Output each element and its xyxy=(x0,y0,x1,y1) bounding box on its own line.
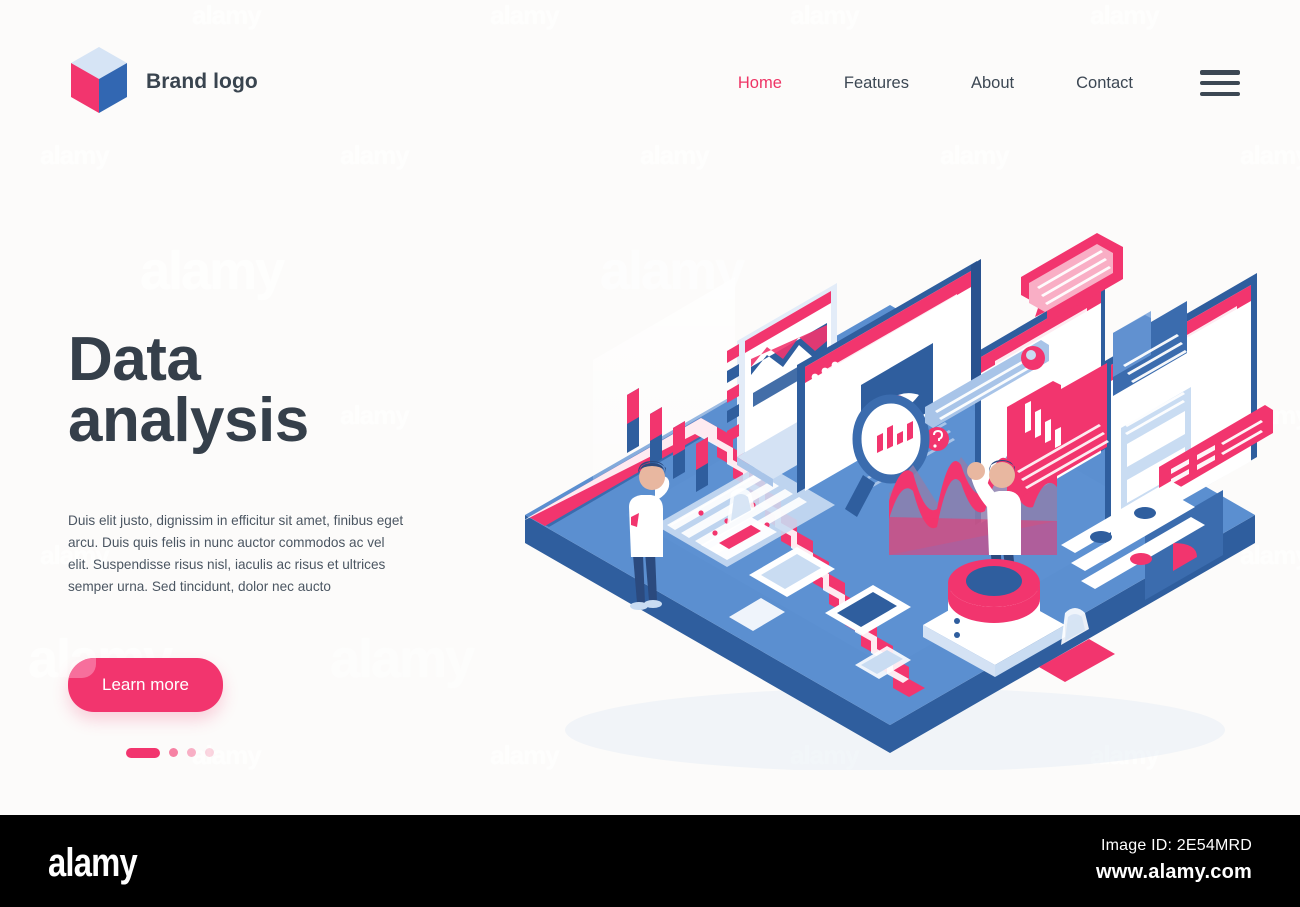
page-title: Data analysis xyxy=(68,329,488,455)
carousel-dot-1[interactable] xyxy=(126,747,160,758)
hero-description: Duis elit justo, dignissim in efficitur … xyxy=(68,512,404,594)
hamburger-bar xyxy=(1200,91,1240,96)
image-id-label: Image ID: 2E54MRD xyxy=(1100,837,1252,854)
brand-name: Brand logo xyxy=(146,70,258,93)
alamy-logo: alamy xyxy=(48,841,138,885)
isometric-data-analysis-illustration xyxy=(505,225,1280,770)
brand-logo[interactable]: Brand logo xyxy=(68,45,258,119)
site-url-label: www.alamy.com xyxy=(1096,861,1252,883)
hamburger-bar xyxy=(1200,70,1240,75)
landing-page: alamy alamy alamy alamy alamy alamy alam… xyxy=(0,0,1300,907)
nav-link-about[interactable]: About xyxy=(940,74,1045,93)
learn-more-button[interactable]: Learn more xyxy=(68,657,223,712)
main-navigation: Home Features About Contact xyxy=(707,70,1240,96)
hero-section: Data analysis Duis elit justo, dignissim… xyxy=(68,329,488,758)
cube-logo-icon xyxy=(71,47,127,113)
footer-meta: Image ID: 2E54MRD www.alamy.com xyxy=(1096,837,1252,884)
carousel-dot-2[interactable] xyxy=(169,748,178,758)
alamy-footer-bar: alamy Image ID: 2E54MRD www.alamy.com xyxy=(0,815,1300,907)
hamburger-bar xyxy=(1200,80,1240,86)
nav-link-features[interactable]: Features xyxy=(813,74,940,93)
learn-more-label: Learn more xyxy=(102,674,189,694)
watermark-text: alamy xyxy=(140,241,285,301)
nav-link-contact[interactable]: Contact xyxy=(1045,74,1164,93)
site-header: Brand logo Home Features About Contact xyxy=(0,0,1300,160)
carousel-dot-3[interactable] xyxy=(187,748,196,758)
carousel-dot-4[interactable] xyxy=(205,748,214,758)
carousel-pagination xyxy=(126,747,488,758)
hamburger-menu-icon[interactable] xyxy=(1200,70,1240,96)
nav-link-home[interactable]: Home xyxy=(707,74,813,93)
headline-line-2: analysis xyxy=(68,385,309,455)
headline-line-1: Data xyxy=(68,325,201,394)
